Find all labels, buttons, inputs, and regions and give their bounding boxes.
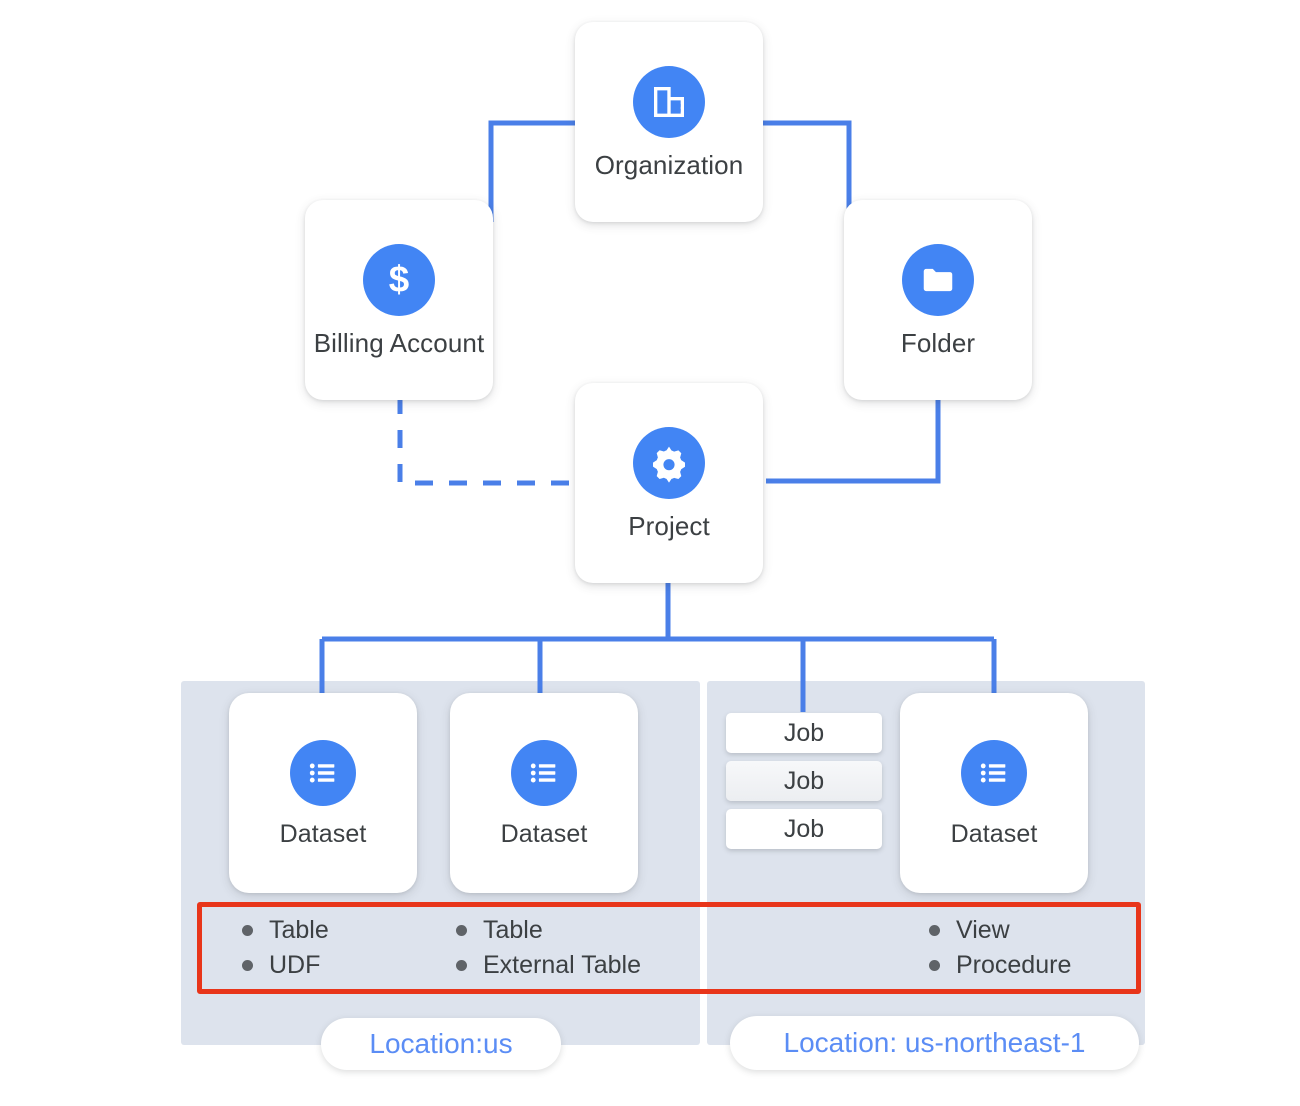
location-badge-us-northeast-1: Location: us-northeast-1 — [730, 1016, 1139, 1070]
resource-list-dataset-1: Table UDF — [242, 918, 329, 978]
node-dataset-3[interactable]: Dataset — [900, 693, 1088, 893]
svg-text:$: $ — [389, 259, 409, 300]
job-chip[interactable]: Job — [726, 809, 882, 849]
list-item: Table — [456, 918, 641, 943]
node-label-dataset-2: Dataset — [500, 819, 588, 848]
bullet-icon — [456, 925, 467, 936]
list-item: UDF — [242, 953, 329, 978]
bullet-icon — [929, 960, 940, 971]
location-badge-label: Location: us-northeast-1 — [783, 1027, 1086, 1058]
list-icon — [290, 739, 356, 806]
node-project[interactable]: Project — [575, 383, 763, 583]
node-label-dataset-1: Dataset — [279, 819, 367, 848]
resource-list-dataset-2: Table External Table — [456, 918, 641, 978]
job-chip[interactable]: Job — [726, 713, 882, 753]
node-label-folder: Folder — [900, 328, 976, 358]
job-label: Job — [783, 766, 825, 795]
bullet-icon — [456, 960, 467, 971]
location-badge-us: Location:us — [321, 1018, 561, 1070]
node-label-billing-account: Billing Account — [313, 328, 485, 358]
building-icon — [633, 66, 705, 138]
node-billing-account[interactable]: $ Billing Account — [305, 200, 493, 400]
list-item: Procedure — [929, 953, 1071, 978]
job-label: Job — [783, 814, 825, 843]
location-badge-label: Location:us — [369, 1028, 513, 1059]
node-dataset-2[interactable]: Dataset — [450, 693, 638, 893]
node-label-organization: Organization — [594, 150, 744, 180]
node-label-dataset-3: Dataset — [950, 819, 1038, 848]
bullet-icon — [929, 925, 940, 936]
job-label: Job — [783, 718, 825, 747]
job-chip[interactable]: Job — [726, 761, 882, 801]
bullet-icon — [242, 925, 253, 936]
resource-list-dataset-3: View Procedure — [929, 918, 1071, 978]
diagram-canvas: Organization $ Billing Account Folder Pr… — [0, 0, 1300, 1106]
node-dataset-1[interactable]: Dataset — [229, 693, 417, 893]
list-item: View — [929, 918, 1071, 943]
folder-icon — [902, 244, 974, 316]
dollar-icon: $ — [363, 244, 435, 316]
node-folder[interactable]: Folder — [844, 200, 1032, 400]
list-icon — [511, 739, 577, 806]
list-icon — [961, 739, 1027, 806]
list-item: Table — [242, 918, 329, 943]
node-label-project: Project — [628, 511, 710, 541]
bullet-icon — [242, 960, 253, 971]
node-organization[interactable]: Organization — [575, 22, 763, 222]
list-item: External Table — [456, 953, 641, 978]
gear-icon — [633, 427, 705, 499]
